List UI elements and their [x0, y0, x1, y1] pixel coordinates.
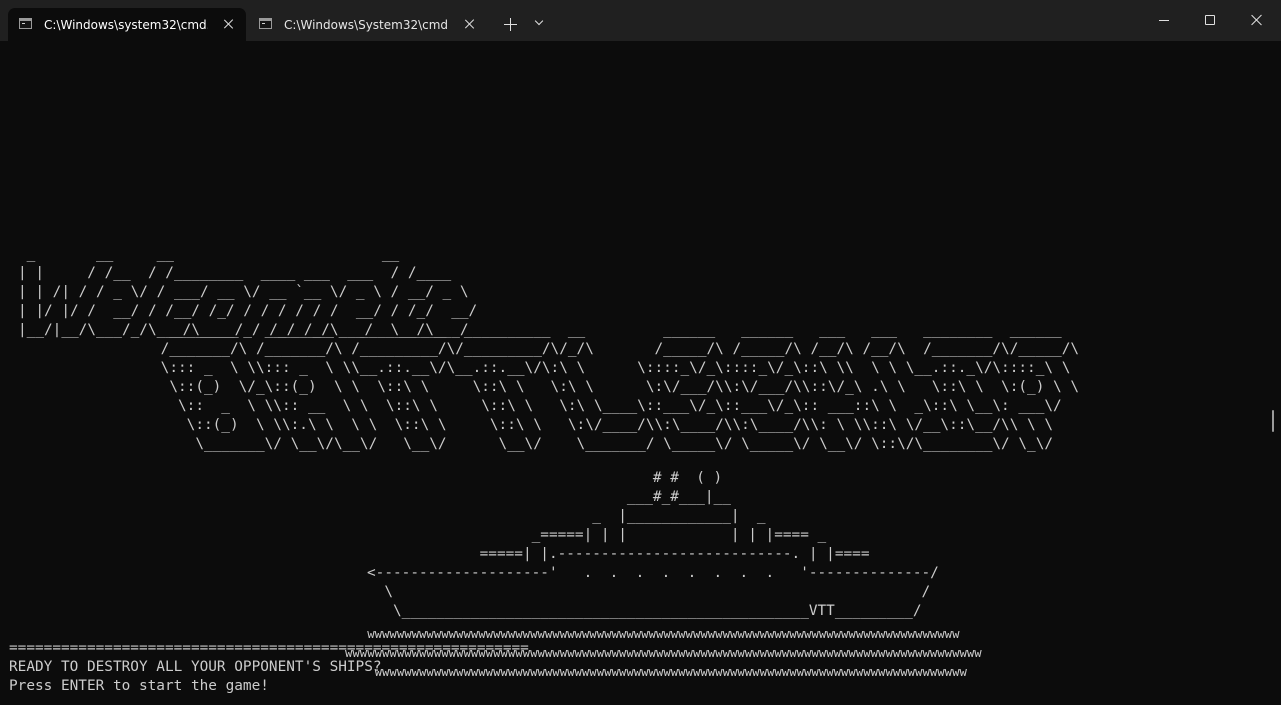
scrollbar-thumb[interactable] — [1272, 410, 1274, 432]
new-tab-button[interactable] — [500, 16, 520, 34]
tab-bar: C:\Windows\system32\cmd.exe C:\Windows\S… — [0, 0, 1281, 41]
ship-ascii-art: # # ( ) ___#_#___|__ _ |____________| _ … — [367, 470, 939, 619]
tab-dropdown-chevron-down-icon[interactable] — [533, 17, 547, 31]
tab-cmd-2[interactable]: C:\Windows\System32\cmd.exe — [249, 8, 487, 41]
close-tab-icon[interactable] — [465, 19, 475, 29]
maximize-button[interactable] — [1187, 0, 1233, 41]
separator-line: ========================================… — [9, 640, 529, 656]
close-tab-icon[interactable] — [224, 19, 234, 29]
terminal-window: C:\Windows\system32\cmd.exe C:\Windows\S… — [0, 0, 1281, 705]
terminal-output[interactable]: _ __ __ __ | | / /__ / /________ ____ __… — [9, 41, 1271, 705]
ready-message: READY TO DESTROY ALL YOUR OPPONENT'S SHI… — [9, 659, 382, 675]
tab-title: C:\Windows\System32\cmd.exe — [284, 18, 448, 32]
tab-title: C:\Windows\system32\cmd.exe — [44, 18, 208, 32]
battleship-ascii-art: ________ ________ __________ __________ … — [160, 322, 1080, 452]
terminal-icon — [259, 18, 272, 29]
close-window-button[interactable] — [1234, 0, 1280, 41]
tab-cmd-1[interactable]: C:\Windows\system32\cmd.exe — [8, 8, 246, 41]
minimize-button[interactable] — [1141, 0, 1187, 41]
terminal-icon — [19, 18, 32, 29]
press-enter-message: Press ENTER to start the game! — [9, 678, 269, 694]
